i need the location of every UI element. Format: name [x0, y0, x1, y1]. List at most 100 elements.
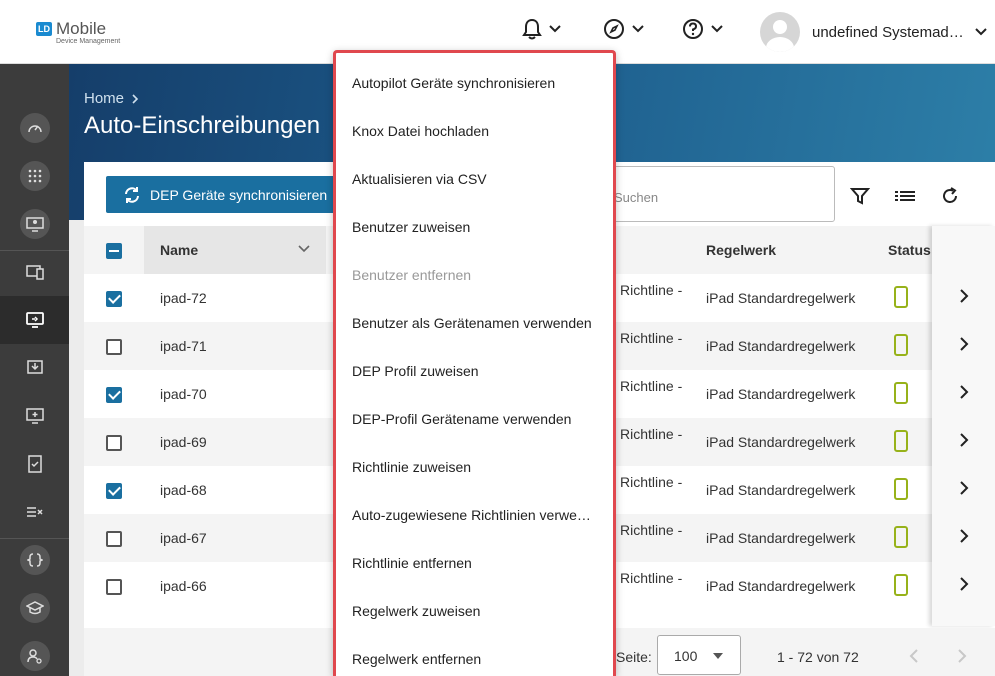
sync-icon [125, 186, 139, 203]
sidebar-item-enrollment[interactable] [0, 296, 69, 344]
menu-item[interactable]: Auto-zugewiesene Richtlinien verwenden [352, 507, 597, 523]
cell-ruleset: iPad Standardregelwerk [706, 338, 856, 354]
cell-policy: Richtline - [620, 426, 683, 442]
row-details-button[interactable] [958, 431, 970, 454]
compass-menu[interactable] [603, 18, 645, 40]
logo-sub-text: Device Management [56, 38, 121, 45]
chevron-down-icon[interactable] [298, 245, 310, 253]
sidebar-item-user-settings[interactable] [0, 632, 69, 676]
pagination-range: 1 - 72 von 72 [777, 649, 859, 665]
prev-page-icon[interactable] [908, 647, 920, 665]
page-title: Auto-Einschreibungen [84, 112, 321, 139]
per-page-label: Seite: [616, 649, 652, 665]
devices-icon [25, 265, 44, 280]
list-remove-icon [26, 507, 43, 517]
per-page-select[interactable] [657, 635, 741, 675]
per-page-value: 100 [674, 648, 698, 664]
user-menu[interactable]: undefined Systemadministrator [760, 12, 988, 52]
menu-item[interactable]: Aktualisieren via CSV [352, 171, 597, 187]
app-logo[interactable]: LD Mobile Device Management [36, 20, 120, 46]
list-icon [895, 191, 915, 201]
dep-sync-label: DEP Geräte synchronisieren [150, 186, 328, 203]
row-details-button[interactable] [958, 383, 970, 406]
row-checkbox[interactable] [106, 579, 122, 595]
notifications-menu[interactable] [522, 18, 562, 40]
cell-ruleset: iPad Standardregelwerk [706, 482, 856, 498]
menu-item[interactable]: Richtlinie entfernen [352, 555, 597, 571]
user-name: undefined Systemadministrator [812, 23, 966, 41]
compass-icon [604, 19, 624, 39]
check-device-icon [27, 455, 42, 473]
row-checkbox[interactable] [106, 339, 122, 355]
row-details-button[interactable] [958, 287, 970, 310]
graduation-cap-icon [25, 601, 44, 615]
row-checkbox[interactable] [106, 483, 122, 499]
add-monitor-icon [25, 408, 44, 424]
menu-item[interactable]: DEP-Profil Gerätename verwenden [352, 411, 597, 427]
logo-main-text: Mobile [56, 19, 107, 38]
cell-policy: Richtline - [620, 378, 683, 394]
help-menu[interactable] [682, 18, 724, 40]
cell-policy: Richtline - [620, 282, 683, 298]
row-details-button[interactable] [958, 479, 970, 502]
row-details-button[interactable] [958, 575, 970, 598]
cell-name: ipad-66 [160, 578, 207, 594]
device-status-icon [894, 382, 908, 404]
device-status-icon [894, 334, 908, 356]
row-checkbox[interactable] [106, 291, 122, 307]
sidebar-item-apps[interactable] [0, 152, 69, 200]
menu-item[interactable]: Autopilot Geräte synchronisieren [352, 75, 597, 91]
sidebar [0, 64, 69, 676]
row-checkbox[interactable] [106, 435, 122, 451]
menu-item[interactable]: Knox Datei hochladen [352, 123, 597, 139]
columns-button[interactable] [894, 186, 916, 211]
breadcrumb: Home [84, 90, 140, 107]
row-details-button[interactable] [958, 527, 970, 550]
sidebar-item-list-remove[interactable] [0, 488, 69, 536]
refresh-button[interactable] [940, 186, 960, 211]
menu-item[interactable]: Regelwerk zuweisen [352, 603, 597, 619]
sidebar-item-scripts[interactable] [0, 536, 69, 584]
menu-item[interactable]: Regelwerk entfernen [352, 651, 597, 667]
sidebar-item-add-device[interactable] [0, 392, 69, 440]
sidebar-item-training[interactable] [0, 584, 69, 632]
chevron-right-icon [960, 481, 969, 495]
cell-name: ipad-69 [160, 434, 207, 450]
sidebar-item-download[interactable] [0, 344, 69, 392]
menu-item[interactable]: Benutzer als Gerätenamen verwenden [352, 315, 597, 331]
row-checkbox[interactable] [106, 387, 122, 403]
column-name[interactable]: Name [160, 242, 198, 258]
filter-button[interactable] [849, 186, 871, 211]
logo-badge: LD [36, 22, 52, 36]
sidebar-item-dashboard[interactable] [0, 104, 69, 152]
select-all-checkbox[interactable] [106, 243, 122, 259]
menu-item[interactable]: Richtlinie zuweisen [352, 459, 597, 475]
caret-down-icon [713, 653, 723, 659]
cell-name: ipad-71 [160, 338, 207, 354]
cell-ruleset: iPad Standardregelwerk [706, 578, 856, 594]
sidebar-item-devices[interactable] [0, 248, 69, 296]
cell-policy: Richtline - [620, 330, 683, 346]
chevron-right-icon [960, 289, 969, 303]
chevron-right-icon [960, 433, 969, 447]
cell-ruleset: iPad Standardregelwerk [706, 530, 856, 546]
row-details-button[interactable] [958, 335, 970, 358]
column-ruleset[interactable]: Regelwerk [706, 242, 776, 258]
grid-icon [28, 169, 41, 183]
menu-item[interactable]: DEP Profil zuweisen [352, 363, 597, 379]
chevron-down-icon [632, 25, 644, 33]
next-page-icon[interactable] [956, 647, 968, 665]
dep-sync-button[interactable]: DEP Geräte synchronisieren [106, 176, 336, 213]
cell-name: ipad-67 [160, 530, 207, 546]
row-checkbox[interactable] [106, 531, 122, 547]
monitor-user-icon [25, 217, 44, 232]
column-status[interactable]: Status [888, 242, 931, 258]
breadcrumb-home[interactable]: Home [84, 90, 124, 107]
cell-ruleset: iPad Standardregelwerk [706, 434, 856, 450]
sidebar-item-checklist[interactable] [0, 440, 69, 488]
device-status-icon [894, 574, 908, 596]
chevron-right-icon [960, 577, 969, 591]
sidebar-item-monitor[interactable] [0, 200, 69, 248]
menu-item[interactable]: Benutzer zuweisen [352, 219, 597, 235]
avatar [760, 12, 800, 52]
